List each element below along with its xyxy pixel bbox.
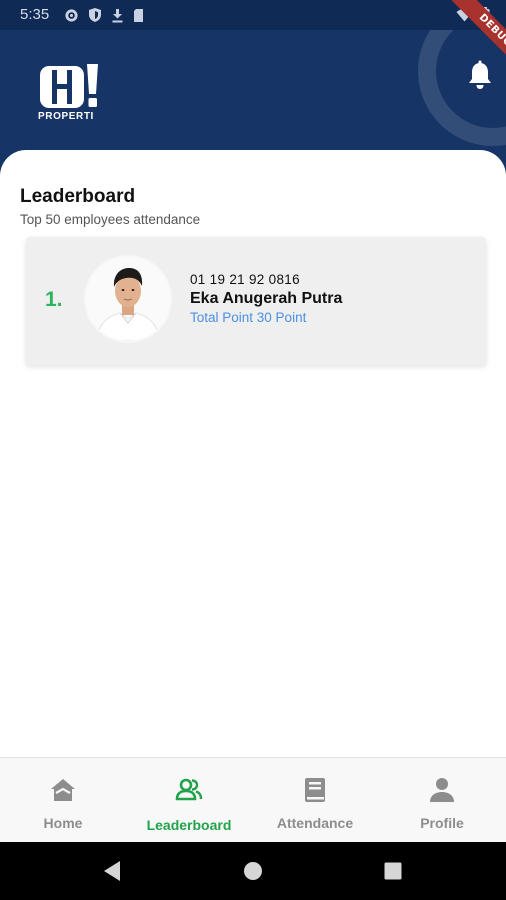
system-navigation-bar [0,842,506,900]
back-icon[interactable] [102,860,122,882]
recents-icon[interactable] [384,862,402,880]
employee-id: 01 19 21 92 0816 [190,272,300,287]
page-subtitle: Top 50 employees attendance [20,212,201,227]
home-icon [51,779,75,801]
nav-label-profile: Profile [420,815,464,831]
status-notification-icons [64,7,145,23]
nav-label-attendance: Attendance [276,815,354,831]
nav-item-profile[interactable]: Profile [379,758,505,843]
home-circle-icon[interactable] [243,861,263,881]
employee-name: Eka Anugerah Putra [190,290,343,307]
status-time: 5:35 [20,6,50,23]
leaderboard-entry-card[interactable]: 1. 01 19 21 92 0816 Eka Anugerah Putra T… [26,237,486,365]
nav-item-leaderboard[interactable]: Leaderboard [126,758,252,843]
person-icon [430,778,454,802]
nav-label-home: Home [43,815,83,831]
hi-properti-logo: PROPERTI [38,62,102,126]
page-title: Leaderboard [20,186,136,207]
download-status-icon [112,8,123,22]
employee-points: Total Point 30 Point [190,310,307,325]
people-icon [175,778,203,801]
rank-number: 1. [45,288,63,311]
nav-label-leaderboard: Leaderboard [146,817,232,833]
logo-text: PROPERTI [38,111,94,122]
bottom-navigation-bar: Home Leaderboard Attendance Profile [0,757,506,842]
shield-status-icon [89,8,101,22]
status-bar: 5:35 [0,0,506,30]
notification-bell-icon[interactable] [467,60,493,90]
settings-status-icon [65,8,78,22]
sim-status-icon [134,8,143,22]
book-icon [305,778,325,802]
employee-avatar [86,257,170,341]
nav-item-attendance[interactable]: Attendance [252,758,378,843]
nav-item-home[interactable]: Home [0,758,126,843]
leaderboard-content: Leaderboard Top 50 employees attendance … [0,150,506,757]
